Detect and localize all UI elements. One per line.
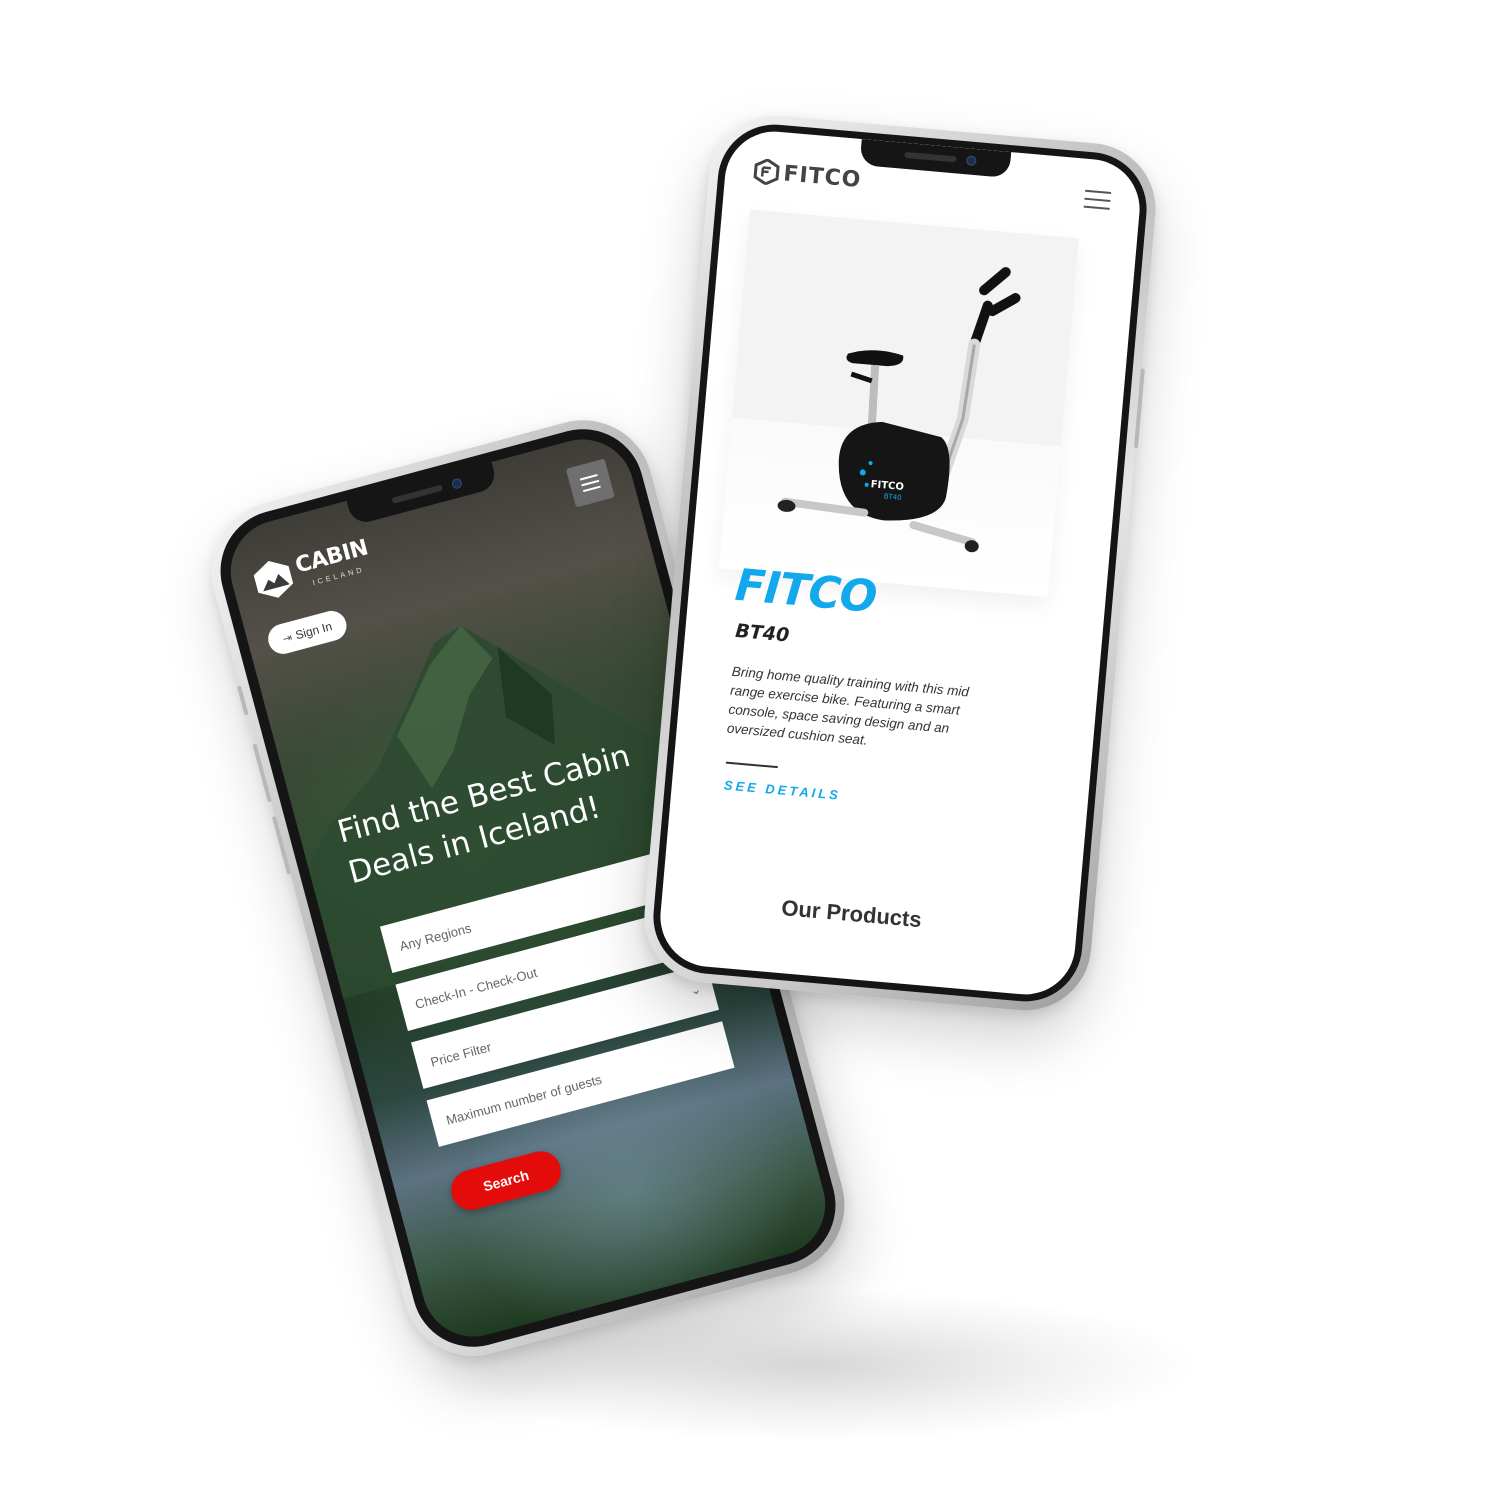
fitco-logo-text: FITCO bbox=[782, 160, 863, 193]
product-brand: FITCO bbox=[733, 559, 879, 623]
fitco-phone: FITCO FITCO BT40 FITCO BT40 Bring home q… bbox=[638, 110, 1162, 1016]
chevron-down-icon: ⌄ bbox=[688, 980, 703, 999]
section-title: Our Products bbox=[780, 895, 923, 933]
see-details-link[interactable]: SEE DETAILS bbox=[723, 778, 841, 803]
product-description: Bring home quality training with this mi… bbox=[726, 663, 970, 748]
menu-button[interactable] bbox=[1083, 185, 1112, 213]
fitco-screen: FITCO FITCO BT40 FITCO BT40 Bring home q… bbox=[656, 127, 1144, 999]
fitco-logo[interactable]: FITCO bbox=[752, 158, 862, 193]
bike-model-label: BT40 bbox=[883, 492, 902, 502]
hamburger-line bbox=[1084, 197, 1111, 202]
region-select-value: Any Regions bbox=[397, 919, 473, 954]
product-image-panel: FITCO BT40 bbox=[718, 209, 1079, 597]
hamburger-line bbox=[1083, 205, 1110, 210]
sign-in-icon: ⇥ bbox=[281, 631, 294, 646]
mute-switch bbox=[236, 685, 249, 716]
hamburger-line bbox=[582, 485, 601, 493]
power-button bbox=[1133, 368, 1145, 449]
price-filter-value: Price Filter bbox=[428, 1038, 493, 1070]
divider bbox=[725, 761, 778, 769]
hamburger-line bbox=[1085, 189, 1112, 194]
product-model: BT40 bbox=[734, 619, 791, 647]
exercise-bike-image: FITCO BT40 bbox=[777, 267, 1021, 553]
sign-in-label: Sign In bbox=[293, 619, 334, 643]
fitco-logo-icon bbox=[753, 158, 780, 186]
